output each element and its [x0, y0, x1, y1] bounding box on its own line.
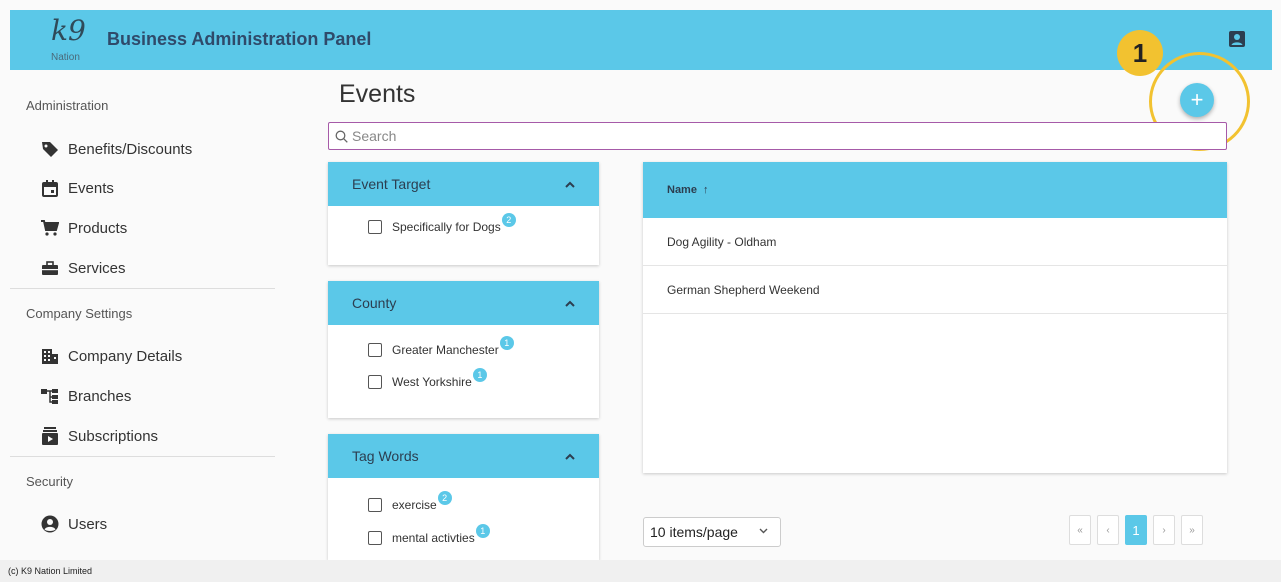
sidebar-item-label: Products	[68, 219, 128, 237]
logo-mark: k9	[51, 14, 86, 47]
checkbox[interactable]	[368, 343, 382, 357]
checkbox[interactable]	[368, 220, 382, 234]
checkbox[interactable]	[368, 375, 382, 389]
filter-panel-county: County Greater Manchester 1 West Yorkshi…	[328, 281, 599, 418]
table-row[interactable]: Dog Agility - Oldham	[643, 218, 1227, 266]
search-icon	[335, 130, 348, 143]
tag-icon	[40, 140, 60, 158]
sidebar-divider	[10, 288, 275, 289]
filter-panel-event-target: Event Target Specifically for Dogs 2	[328, 162, 599, 265]
sidebar-item-events[interactable]: Events	[40, 175, 114, 201]
sidebar-item-benefits-discounts[interactable]: Benefits/Discounts	[40, 136, 192, 162]
filter-title: Event Target	[352, 176, 431, 192]
search-input[interactable]	[352, 128, 1152, 144]
page-1-button[interactable]: 1	[1125, 515, 1147, 545]
sidebar-item-label: Subscriptions	[68, 427, 159, 445]
footer-copyright: (c) K9 Nation Limited	[0, 560, 1281, 582]
user-circle-icon	[40, 515, 60, 533]
count-badge: 2	[437, 491, 452, 505]
section-title-administration: Administration	[26, 98, 109, 113]
count-badge: 1	[472, 368, 487, 382]
filter-header-tag-words[interactable]: Tag Words	[328, 434, 599, 478]
chevron-down-icon	[759, 526, 768, 537]
sidebar-item-services[interactable]: Services	[40, 255, 126, 281]
filter-option[interactable]: Specifically for Dogs 2	[368, 213, 599, 240]
filter-header-county[interactable]: County	[328, 281, 599, 325]
filter-header-event-target[interactable]: Event Target	[328, 162, 599, 206]
filter-option-label: Specifically for Dogs	[392, 220, 501, 234]
cart-icon	[40, 219, 60, 237]
sort-arrow-up-icon[interactable]: ↑	[703, 184, 709, 196]
filter-option-label: exercise	[392, 498, 437, 512]
table-header[interactable]: Name ↑	[643, 162, 1227, 218]
pagination: « ‹ 1 › »	[1063, 515, 1203, 545]
account-box-icon[interactable]	[1228, 30, 1246, 48]
next-page-button[interactable]: ›	[1153, 515, 1175, 545]
calendar-icon	[40, 179, 60, 197]
filter-option[interactable]: Greater Manchester 1	[368, 336, 599, 363]
items-per-page-select[interactable]: 10 items/page	[643, 517, 781, 547]
sidebar-item-label: Users	[68, 515, 108, 533]
sidebar-item-subscriptions[interactable]: Subscriptions	[40, 423, 158, 449]
filter-option[interactable]: exercise 2	[368, 491, 599, 518]
sidebar: Administration Benefits/Discounts Events…	[10, 70, 275, 560]
sidebar-item-label: Benefits/Discounts	[68, 140, 193, 158]
sidebar-item-label: Company Details	[68, 347, 183, 365]
last-page-button[interactable]: »	[1181, 515, 1203, 545]
filter-option-label: West Yorkshire	[392, 375, 472, 389]
column-header-name[interactable]: Name	[667, 184, 697, 196]
k9-nation-logo[interactable]: k9 Nation	[47, 16, 95, 66]
chevron-up-icon[interactable]	[565, 300, 575, 307]
subscriptions-icon	[40, 427, 60, 445]
app-header: k9 Nation Business Administration Panel	[10, 10, 1272, 70]
chevron-up-icon[interactable]	[565, 181, 575, 188]
table-row[interactable]: German Shepherd Weekend	[643, 266, 1227, 314]
chevron-up-icon[interactable]	[565, 453, 575, 460]
step-callout-badge: 1	[1117, 30, 1163, 76]
sidebar-item-users[interactable]: Users	[40, 511, 107, 537]
first-page-button[interactable]: «	[1069, 515, 1091, 545]
count-badge: 1	[475, 524, 490, 538]
filter-panel-tag-words: Tag Words exercise 2 mental activties 1	[328, 434, 599, 560]
filter-option[interactable]: mental activties 1	[368, 524, 599, 551]
logo-text: Nation	[51, 52, 80, 63]
checkbox[interactable]	[368, 498, 382, 512]
previous-page-button[interactable]: ‹	[1097, 515, 1119, 545]
items-per-page-value: 10 items/page	[650, 524, 738, 540]
filter-title: Tag Words	[352, 448, 419, 464]
sidebar-item-label: Branches	[68, 387, 132, 405]
checkbox[interactable]	[368, 531, 382, 545]
sidebar-item-company-details[interactable]: Company Details	[40, 343, 182, 369]
count-badge: 1	[499, 336, 514, 350]
section-title-company-settings: Company Settings	[26, 306, 133, 321]
sidebar-item-branches[interactable]: Branches	[40, 383, 131, 409]
filter-option-label: mental activties	[392, 531, 475, 545]
events-table: Name ↑ Dog Agility - Oldham German Sheph…	[643, 162, 1227, 473]
briefcase-icon	[40, 259, 60, 277]
filter-title: County	[352, 295, 397, 311]
count-badge: 2	[501, 213, 516, 227]
sidebar-divider	[10, 456, 275, 457]
sidebar-item-label: Services	[68, 259, 126, 277]
page-title: Events	[339, 80, 416, 108]
app-title: Business Administration Panel	[107, 29, 372, 49]
hierarchy-icon	[40, 387, 60, 405]
filter-option-label: Greater Manchester	[392, 343, 499, 357]
sidebar-item-products[interactable]: Products	[40, 215, 127, 241]
building-icon	[40, 347, 60, 365]
search-box[interactable]	[328, 122, 1227, 150]
sidebar-item-label: Events	[68, 179, 114, 197]
section-title-security: Security	[26, 474, 73, 489]
filter-option[interactable]: West Yorkshire 1	[368, 368, 599, 395]
